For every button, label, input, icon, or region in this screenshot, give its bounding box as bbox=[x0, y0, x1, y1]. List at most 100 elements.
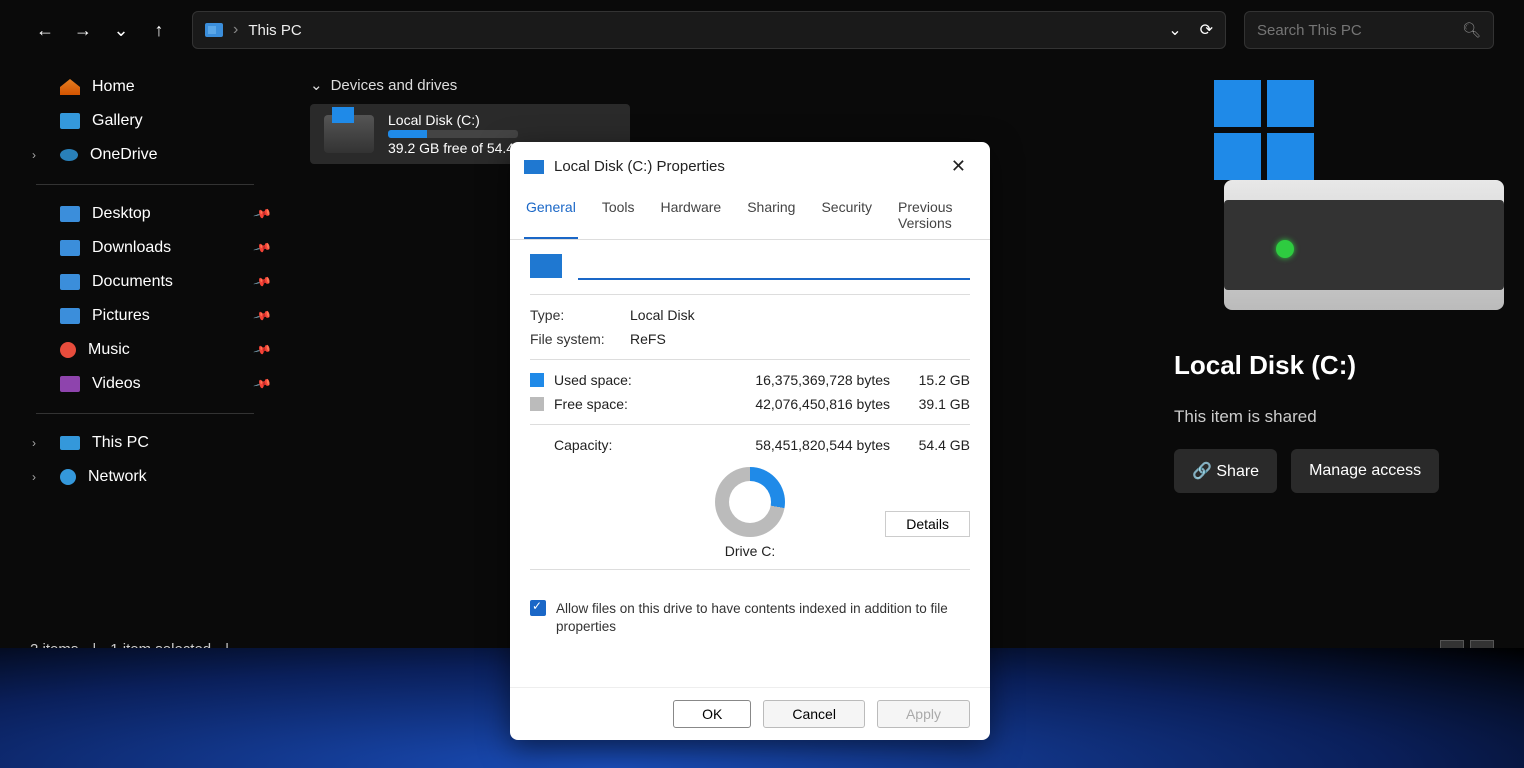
dialog-titlebar[interactable]: Local Disk (C:) Properties ✕ bbox=[510, 142, 990, 191]
share-button[interactable]: 🔗 Share bbox=[1174, 449, 1277, 493]
apply-button[interactable]: Apply bbox=[877, 700, 970, 728]
search-input[interactable] bbox=[1257, 22, 1462, 39]
chevron-right-icon[interactable]: › bbox=[32, 436, 36, 450]
divider bbox=[36, 184, 254, 185]
search-box[interactable]: 🔍︎ bbox=[1244, 11, 1494, 49]
pin-icon[interactable]: 📌 bbox=[253, 340, 273, 360]
sidebar-item-music[interactable]: Music📌 bbox=[0, 333, 290, 367]
sidebar-label-desktop: Desktop bbox=[92, 205, 151, 223]
details-panel: Local Disk (C:) This item is shared 🔗 Sh… bbox=[1144, 60, 1524, 708]
free-space-gb: 39.1 GB bbox=[890, 396, 970, 412]
recent-dropdown[interactable]: ⌄ bbox=[106, 15, 136, 45]
sidebar-label-thispc: This PC bbox=[92, 434, 149, 452]
toolbar: ← → ⌄ ↑ › This PC ⌄ ⟳ 🔍︎ bbox=[0, 0, 1524, 60]
sidebar-item-home[interactable]: Home bbox=[0, 70, 290, 104]
filesystem-value: ReFS bbox=[630, 331, 666, 347]
sidebar-item-thispc[interactable]: › This PC bbox=[0, 426, 290, 460]
up-button[interactable]: ↑ bbox=[144, 15, 174, 45]
thispc-icon bbox=[60, 436, 80, 450]
music-folder-icon bbox=[60, 342, 76, 358]
sidebar-label-documents: Documents bbox=[92, 273, 173, 291]
sidebar-label-gallery: Gallery bbox=[92, 112, 143, 130]
tab-tools[interactable]: Tools bbox=[600, 191, 637, 239]
tab-security[interactable]: Security bbox=[819, 191, 874, 239]
used-space-swatch bbox=[530, 373, 544, 387]
used-space-label: Used space: bbox=[554, 372, 730, 388]
videos-folder-icon bbox=[60, 376, 80, 392]
search-icon[interactable]: 🔍︎ bbox=[1462, 21, 1481, 39]
sidebar-item-documents[interactable]: Documents 📌 bbox=[0, 265, 290, 299]
capacity-bytes: 58,451,820,544 bytes bbox=[730, 437, 890, 453]
pin-icon[interactable]: 📌 bbox=[253, 306, 273, 326]
indexing-checkbox-label: Allow files on this drive to have conten… bbox=[556, 600, 970, 636]
sidebar-item-pictures[interactable]: Pictures 📌 bbox=[0, 299, 290, 333]
windows-logo-icon bbox=[1214, 80, 1314, 180]
section-header-devices[interactable]: ⌄ Devices and drives bbox=[310, 70, 1124, 100]
history-dropdown-icon[interactable]: ⌄ bbox=[1168, 20, 1181, 40]
free-space-label: Free space: bbox=[554, 396, 730, 412]
cloud-icon bbox=[60, 149, 78, 161]
cancel-button[interactable]: Cancel bbox=[763, 700, 865, 728]
breadcrumb-separator-icon: › bbox=[233, 21, 238, 39]
sidebar-label-onedrive: OneDrive bbox=[90, 146, 158, 164]
close-button[interactable]: ✕ bbox=[941, 152, 976, 181]
drive-usage-bar bbox=[388, 130, 518, 138]
pin-icon[interactable]: 📌 bbox=[253, 374, 273, 394]
sidebar-item-downloads[interactable]: Downloads📌 bbox=[0, 231, 290, 265]
thispc-icon bbox=[205, 23, 223, 37]
back-button[interactable]: ← bbox=[30, 15, 60, 45]
tab-previous-versions[interactable]: Previous Versions bbox=[896, 191, 976, 239]
chevron-right-icon[interactable]: › bbox=[32, 148, 36, 162]
pin-icon[interactable]: 📌 bbox=[253, 204, 273, 224]
sidebar-label-videos: Videos bbox=[92, 375, 141, 393]
sidebar-item-onedrive[interactable]: › OneDrive bbox=[0, 138, 290, 172]
free-space-bytes: 42,076,450,816 bytes bbox=[730, 396, 890, 412]
properties-dialog: Local Disk (C:) Properties ✕ General Too… bbox=[510, 142, 990, 740]
free-space-swatch bbox=[530, 397, 544, 411]
used-space-bytes: 16,375,369,728 bytes bbox=[730, 372, 890, 388]
network-icon bbox=[60, 469, 76, 485]
pin-icon[interactable]: 📌 bbox=[253, 272, 273, 292]
refresh-icon[interactable]: ⟳ bbox=[1200, 20, 1213, 40]
chevron-right-icon[interactable]: › bbox=[32, 470, 36, 484]
tab-general[interactable]: General bbox=[524, 191, 578, 239]
filesystem-label: File system: bbox=[530, 331, 630, 347]
drive-name: Local Disk (C:) bbox=[388, 112, 518, 128]
type-label: Type: bbox=[530, 307, 630, 323]
breadcrumb-thispc[interactable]: This PC bbox=[248, 22, 301, 39]
capacity-label: Capacity: bbox=[554, 437, 730, 453]
sidebar-item-network[interactable]: › Network bbox=[0, 460, 290, 494]
usage-pie-chart bbox=[715, 467, 785, 537]
forward-button[interactable]: → bbox=[68, 15, 98, 45]
panel-title: Local Disk (C:) bbox=[1174, 350, 1494, 381]
capacity-gb: 54.4 GB bbox=[890, 437, 970, 453]
sidebar: Home Gallery › OneDrive Desktop 📌 Download… bbox=[0, 60, 290, 708]
details-button[interactable]: Details bbox=[885, 511, 970, 537]
drive-preview-image bbox=[1194, 80, 1474, 310]
panel-shared-status: This item is shared bbox=[1174, 407, 1494, 427]
ok-button[interactable]: OK bbox=[673, 700, 751, 728]
sidebar-item-desktop[interactable]: Desktop 📌 bbox=[0, 197, 290, 231]
divider bbox=[36, 413, 254, 414]
drive-icon bbox=[530, 254, 562, 278]
desktop-folder-icon bbox=[60, 206, 80, 222]
sidebar-label-network: Network bbox=[88, 468, 147, 486]
share-button-label: Share bbox=[1216, 463, 1259, 480]
tab-hardware[interactable]: Hardware bbox=[659, 191, 724, 239]
type-value: Local Disk bbox=[630, 307, 695, 323]
pin-icon[interactable]: 📌 bbox=[253, 238, 273, 258]
downloads-folder-icon bbox=[60, 240, 80, 256]
indexing-checkbox[interactable] bbox=[530, 600, 546, 616]
dialog-title: Local Disk (C:) Properties bbox=[554, 158, 725, 175]
volume-label-input[interactable] bbox=[578, 252, 970, 280]
manage-access-button[interactable]: Manage access bbox=[1291, 449, 1439, 493]
chevron-down-icon[interactable]: ⌄ bbox=[310, 76, 323, 94]
home-icon bbox=[60, 79, 80, 95]
sidebar-label-pictures: Pictures bbox=[92, 307, 150, 325]
documents-folder-icon bbox=[60, 274, 80, 290]
drive-icon bbox=[524, 160, 544, 174]
sidebar-item-videos[interactable]: Videos 📌 bbox=[0, 367, 290, 401]
sidebar-item-gallery[interactable]: Gallery bbox=[0, 104, 290, 138]
tab-sharing[interactable]: Sharing bbox=[745, 191, 797, 239]
address-bar[interactable]: › This PC ⌄ ⟳ bbox=[192, 11, 1226, 49]
